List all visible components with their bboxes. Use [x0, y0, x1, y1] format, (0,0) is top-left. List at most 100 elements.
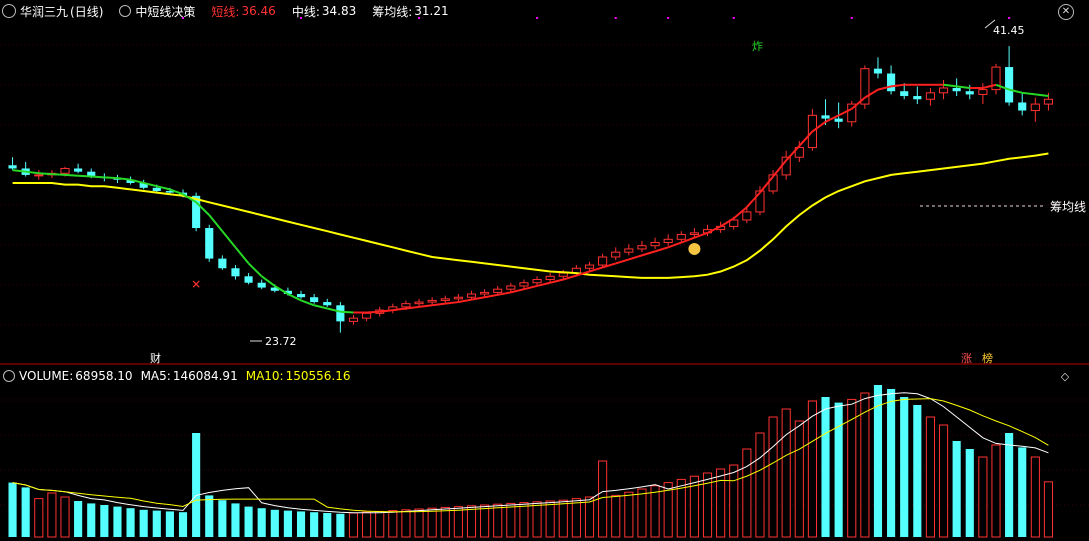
- volume-bar-18: [244, 506, 253, 537]
- volume-bar-67: [887, 389, 896, 537]
- volume-bar-23: [310, 512, 319, 537]
- volume-bar-57: [755, 432, 765, 538]
- candle-body-50: [663, 238, 673, 244]
- volume-bar-64: [847, 398, 857, 538]
- volume-bar-13: [178, 512, 188, 537]
- candle-body-79: [1043, 98, 1054, 105]
- candle-body-30: [401, 303, 411, 308]
- candle-body-32: [427, 299, 437, 303]
- candle-body-69: [913, 96, 922, 100]
- sell-x-icon: ✕: [191, 277, 201, 291]
- candle-body-19: [257, 282, 266, 288]
- indicator-lines: [12, 83, 1049, 314]
- short-line-seg-3: [38, 172, 52, 176]
- candle-body-18: [244, 276, 253, 283]
- short-line-seg-19: [247, 262, 263, 278]
- candle-body-22: [296, 294, 306, 298]
- candle-body-39: [519, 282, 529, 287]
- volume-bar-10: [139, 509, 148, 537]
- volume-bar-16: [218, 500, 227, 537]
- short-line-seg-79: [1035, 93, 1049, 98]
- short-line-seg-49: [641, 250, 656, 257]
- candle-body-11: [152, 187, 161, 191]
- volume-bar-27: [362, 511, 372, 538]
- volume-bar-4: [60, 496, 70, 538]
- signal-tick-0: [182, 17, 185, 19]
- volume-bar-30: [401, 509, 411, 538]
- signal-tick-4: [614, 17, 617, 19]
- short-line-seg-47: [615, 258, 630, 265]
- signal-tick-6: [732, 17, 735, 19]
- volume-bar-66: [873, 385, 883, 537]
- candle-body-76: [1005, 67, 1014, 103]
- volume-bar-65: [860, 392, 870, 538]
- volume-bar-8: [113, 506, 122, 537]
- volume-bar-46: [611, 494, 621, 538]
- short-line-seg-6: [78, 174, 92, 178]
- volume-bar-70: [925, 416, 935, 538]
- volume-bar-44: [584, 496, 595, 538]
- candle-body-63: [834, 118, 843, 122]
- rise-marker[interactable]: 涨: [961, 352, 972, 365]
- candle-body-16: [218, 258, 227, 269]
- short-line-seg-32: [418, 304, 433, 308]
- volume-bar-76: [1005, 433, 1014, 537]
- volume-bar-14: [192, 433, 201, 537]
- volume-bar-49: [650, 485, 660, 538]
- candle-body-67: [887, 73, 896, 92]
- candlesticks: [8, 46, 1054, 333]
- mid-line: [12, 152, 1049, 279]
- short-line-seg-35: [458, 298, 472, 304]
- volume-bar-9: [126, 508, 135, 537]
- volume-bar-5: [74, 501, 83, 537]
- candle-body-49: [650, 242, 660, 247]
- short-line-seg-50: [654, 246, 669, 253]
- money-bag-icon: [688, 242, 701, 255]
- candle-body-78: [1030, 103, 1040, 112]
- candle-body-68: [900, 91, 909, 97]
- short-line-seg-78: [1022, 91, 1036, 96]
- candle-body-27: [362, 312, 372, 319]
- volume-bar-22: [296, 511, 306, 537]
- signal-tick-2: [418, 17, 421, 19]
- signal-tick-5: [667, 17, 670, 19]
- volume-bar-32: [427, 507, 437, 538]
- volume-bar-68: [900, 397, 909, 537]
- blast-marker: 炸: [752, 40, 763, 53]
- short-line-seg-8: [104, 176, 118, 180]
- volume-bar-47: [624, 491, 634, 538]
- volume-bars: [8, 385, 1054, 538]
- volume-bar-58: [768, 416, 778, 538]
- candle-body-42: [558, 272, 568, 277]
- low-price-label: 23.72: [265, 335, 297, 348]
- short-line-seg-7: [91, 175, 105, 179]
- volume-bar-37: [493, 503, 503, 538]
- volume-bar-34: [453, 506, 463, 538]
- candle-body-4: [60, 167, 70, 174]
- volume-bar-25: [336, 513, 345, 537]
- candle-body-45: [598, 256, 608, 266]
- board-marker[interactable]: 榜: [982, 351, 993, 365]
- candle-body-46: [611, 251, 621, 258]
- candle-body-37: [493, 288, 503, 293]
- volume-bar-26: [348, 512, 359, 538]
- volume-bar-71: [938, 424, 949, 538]
- volume-bar-36: [480, 504, 490, 538]
- volume-bar-19: [257, 508, 266, 537]
- candle-body-70: [925, 92, 935, 100]
- short-line-seg-26: [340, 310, 354, 314]
- volume-bar-2: [34, 498, 44, 538]
- candle-body-33: [440, 298, 450, 301]
- volume-bar-40: [532, 501, 542, 538]
- volume-bar-41: [545, 500, 555, 538]
- signal-tick-1: [300, 17, 303, 19]
- candle-body-56: [742, 211, 752, 221]
- short-line-seg-24: [313, 304, 328, 310]
- short-line-seg-28: [366, 310, 380, 314]
- volume-bar-77: [1018, 447, 1027, 537]
- volume-bar-20: [270, 509, 279, 537]
- candle-body-44: [584, 264, 595, 269]
- volume-bar-69: [913, 405, 922, 537]
- short-line-seg-4: [51, 173, 66, 176]
- fin-marker[interactable]: 财: [150, 351, 161, 365]
